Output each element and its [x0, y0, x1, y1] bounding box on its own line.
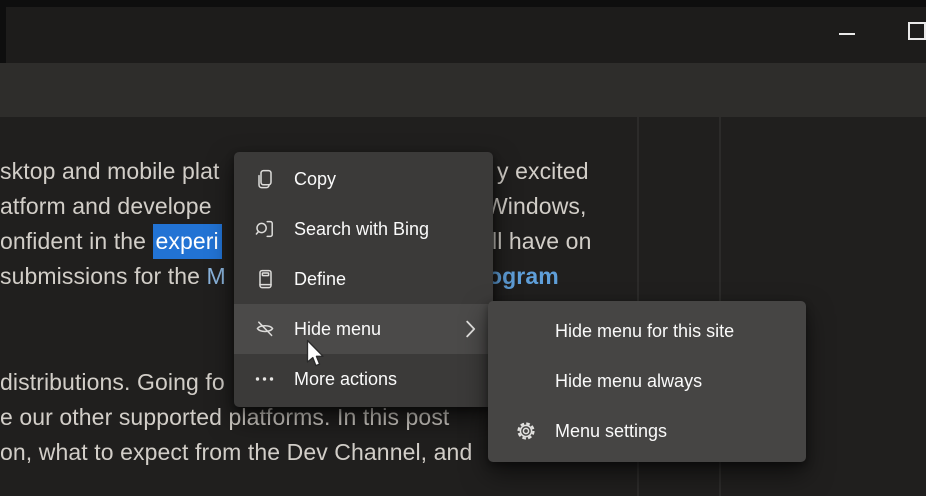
mini-context-menu: Copy Search with Bing Define [234, 152, 493, 407]
body-text-line: distributions. Going fo [0, 369, 225, 396]
minimize-button[interactable] [826, 7, 870, 70]
body-text: submissions for the [0, 263, 207, 289]
body-text-line: e our other supported platforms. In this… [0, 404, 449, 431]
menu-item-label: Hide menu for this site [555, 321, 734, 342]
menu-item-search-with-bing[interactable]: Search with Bing [234, 204, 493, 254]
selected-text[interactable]: experi [153, 224, 222, 259]
menu-item-hide-menu[interactable]: Hide menu [234, 304, 493, 354]
menu-item-label: Search with Bing [294, 219, 429, 240]
link-text[interactable]: M [207, 263, 226, 289]
maximize-icon[interactable] [908, 22, 926, 40]
hide-menu-submenu: Hide menu for this site Hide menu always… [488, 301, 806, 462]
body-text: onfident in the [0, 228, 153, 254]
submenu-item-hide-for-site[interactable]: Hide menu for this site [488, 306, 806, 356]
chevron-right-icon [466, 320, 476, 338]
menu-item-define[interactable]: Define [234, 254, 493, 304]
menu-item-label: Hide menu [294, 319, 381, 340]
body-text-line: y excited [497, 158, 589, 185]
menu-item-label: Define [294, 269, 346, 290]
body-text-line: onfident in the experi [0, 228, 222, 255]
menu-item-more-actions[interactable]: More actions [234, 354, 493, 404]
ellipsis-icon [253, 367, 277, 391]
menu-item-copy[interactable]: Copy [234, 154, 493, 204]
search-sidebar-icon [253, 217, 277, 241]
title-bar [0, 0, 926, 63]
browser-toolbar: ew-builds-linux.html [0, 63, 926, 117]
menu-item-label: Menu settings [555, 421, 667, 442]
body-text-line: on, what to expect from the Dev Channel,… [0, 439, 472, 466]
copy-icon [253, 167, 277, 191]
body-text-line: sktop and mobile plat [0, 158, 219, 185]
mouse-cursor [306, 339, 328, 374]
minimize-icon[interactable] [839, 33, 855, 35]
dictionary-icon [253, 267, 277, 291]
link-text[interactable]: ogram [488, 263, 559, 290]
eye-off-icon [253, 317, 277, 341]
submenu-item-hide-always[interactable]: Hide menu always [488, 356, 806, 406]
menu-item-label: Copy [294, 169, 336, 190]
body-text-line: Windows, [486, 193, 587, 220]
body-text-line: submissions for the M [0, 263, 226, 290]
empty-icon-slot [514, 319, 540, 343]
empty-icon-slot [514, 369, 540, 393]
body-text-line: atform and develope [0, 193, 212, 220]
submenu-item-menu-settings[interactable]: Menu settings [488, 406, 806, 456]
body-text-line: ll have on [492, 228, 591, 255]
gear-icon [514, 419, 540, 443]
menu-item-label: Hide menu always [555, 371, 702, 392]
